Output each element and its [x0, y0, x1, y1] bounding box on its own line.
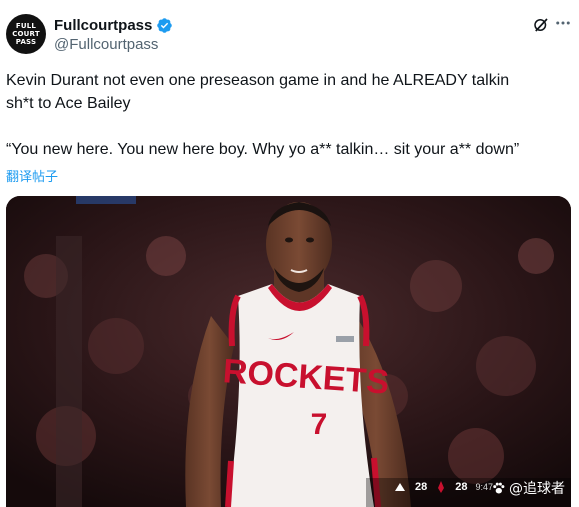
tweet-header: FULL COURT PASS Fullcourtpass @Fullcourt… — [6, 8, 572, 60]
team1-score: 28 — [414, 481, 428, 493]
tweet-text-line: Kevin Durant not even one preseason game… — [6, 72, 510, 89]
watermark: @追球者 — [491, 478, 565, 498]
team2-score: 28 — [455, 481, 468, 493]
paw-icon — [493, 482, 505, 493]
translate-post-link[interactable]: 翻译帖子 — [6, 166, 58, 185]
tweet-text-line: sh*t to Ace Bailey — [6, 95, 131, 112]
tweet-media-image[interactable]: ROCKETS 7 28 28 9:47 @追球者 — [6, 196, 571, 507]
jazz-logo-icon — [394, 483, 405, 491]
watermark-text: @追球者 — [509, 481, 565, 497]
rockets-logo-icon — [438, 481, 445, 493]
tweet-body: Kevin Durant not even one preseason game… — [6, 69, 572, 161]
author-name-row: Fullcourtpass — [54, 15, 173, 35]
avatar[interactable]: FULL COURT PASS — [6, 14, 46, 54]
grok-icon[interactable] — [532, 16, 550, 34]
tweet-quote: “You new here. You new here boy. Why yo … — [6, 141, 520, 158]
jersey-number: 7 — [311, 408, 328, 441]
author-display-name[interactable]: Fullcourtpass — [54, 17, 152, 34]
more-icon[interactable] — [554, 14, 572, 34]
avatar-logo-text: FULL COURT PASS — [12, 22, 40, 46]
media-scene: ROCKETS 7 — [6, 196, 571, 507]
author-handle[interactable]: @Fullcourtpass — [54, 36, 158, 53]
verified-badge-icon — [157, 17, 173, 33]
game-scoreboard: 28 28 9:47 — [393, 477, 493, 497]
